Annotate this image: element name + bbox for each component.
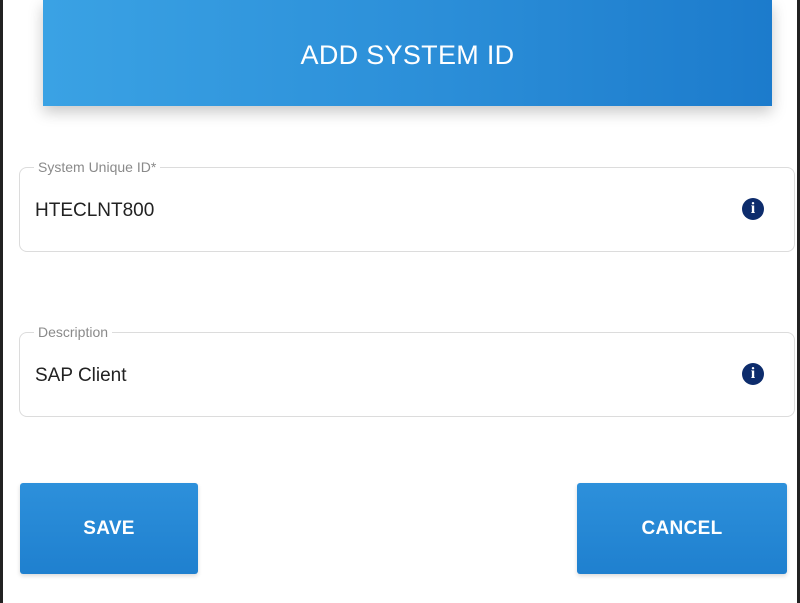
description-field[interactable]: Description i xyxy=(19,324,795,417)
window-border-left xyxy=(0,0,3,603)
cancel-button[interactable]: CANCEL xyxy=(577,483,787,574)
info-icon[interactable]: i xyxy=(742,363,764,385)
save-button[interactable]: SAVE xyxy=(20,483,198,574)
system-unique-id-input[interactable] xyxy=(20,198,735,224)
system-unique-id-label: System Unique ID* xyxy=(34,159,161,175)
dialog-header: ADD SYSTEM ID xyxy=(43,0,772,106)
description-input[interactable] xyxy=(20,363,735,389)
add-system-id-dialog: ADD SYSTEM ID System Unique ID* i Descri… xyxy=(0,0,800,603)
description-label: Description xyxy=(34,324,113,340)
info-icon[interactable]: i xyxy=(742,198,764,220)
system-unique-id-field[interactable]: System Unique ID* i xyxy=(19,159,795,252)
dialog-title: ADD SYSTEM ID xyxy=(300,39,515,70)
